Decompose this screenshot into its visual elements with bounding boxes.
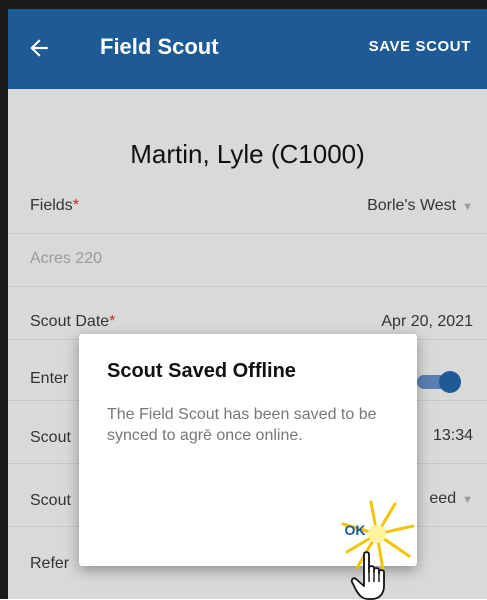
enter-label: Enter — [30, 370, 69, 387]
dialog-message: The Field Scout has been saved to be syn… — [107, 406, 377, 444]
app-title: Field Scout — [100, 34, 219, 59]
acres-label-text: Acres — [30, 250, 71, 267]
save-scout-button[interactable]: SAVE SCOUT — [369, 38, 471, 55]
top-frame-edge — [0, 0, 487, 9]
scout-type-value: eed — [429, 490, 457, 507]
customer-name: Martin, Lyle (C1000) — [130, 139, 365, 169]
saved-offline-dialog: Scout Saved Offline The Field Scout has … — [79, 334, 417, 572]
scout-time-label: Scout — [30, 429, 71, 446]
fields-label: Fields* — [30, 197, 79, 215]
required-mark: * — [109, 313, 116, 330]
arrow-left-icon[interactable] — [26, 35, 52, 61]
scout-date-value[interactable]: Apr 20, 2021 — [381, 313, 473, 331]
dropdown-arrow-icon: ▼ — [462, 494, 473, 506]
scout-type-dropdown[interactable]: eed ▼ — [429, 490, 473, 508]
acres-row: Acres 220 — [8, 234, 487, 287]
ok-button[interactable]: OK — [335, 522, 375, 546]
scout-date-label-text: Scout Date — [30, 313, 110, 330]
fields-value: Borle's West — [367, 197, 457, 214]
fields-row[interactable]: Fields* Borle's West ▼ — [8, 181, 487, 234]
reference-label: Refer — [30, 555, 70, 572]
app-bar: Field Scout SAVE SCOUT — [8, 9, 487, 89]
hand-pointer-icon — [350, 551, 385, 600]
dialog-title: Scout Saved Offline — [107, 360, 296, 382]
scout-date-row[interactable]: Scout Date* Apr 20, 2021 — [8, 287, 487, 340]
left-frame-edge — [0, 0, 8, 599]
fields-label-text: Fields — [30, 197, 73, 214]
required-mark: * — [72, 197, 79, 214]
scout-type-label: Scout — [30, 492, 71, 509]
scout-time-value[interactable]: 13:34 — [433, 427, 473, 445]
scout-date-label: Scout Date* — [30, 313, 115, 331]
dropdown-arrow-icon: ▼ — [462, 201, 473, 213]
enter-toggle[interactable] — [417, 371, 461, 393]
fields-dropdown[interactable]: Borle's West ▼ — [367, 197, 473, 215]
acres-value: 220 — [75, 250, 103, 267]
toggle-knob — [439, 371, 461, 393]
acres-label: Acres 220 — [30, 250, 102, 268]
